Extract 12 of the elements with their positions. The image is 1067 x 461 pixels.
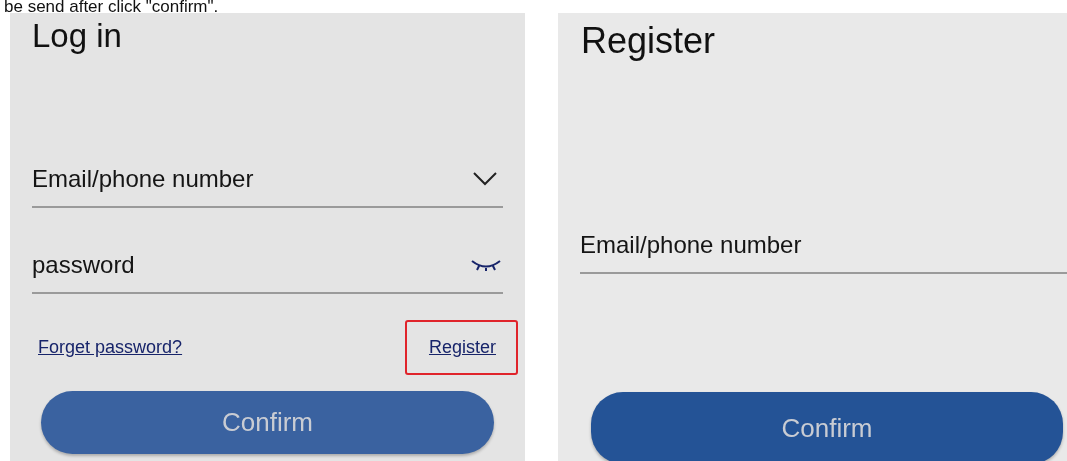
closed-eye-icon[interactable] xyxy=(471,258,501,272)
screen-title: Register xyxy=(581,23,716,59)
input-field[interactable]: Email/phone number xyxy=(580,227,1067,263)
input-field[interactable]: password xyxy=(32,247,471,283)
confirm-button[interactable]: Confirm xyxy=(591,392,1063,461)
chevron-down-icon[interactable] xyxy=(473,172,497,186)
text-link[interactable]: Register xyxy=(404,320,518,375)
input-field[interactable]: Email/phone number xyxy=(32,161,473,197)
confirm-button[interactable]: Confirm xyxy=(41,391,494,454)
text-link[interactable]: Forget password? xyxy=(38,334,183,361)
screen-title: Log in xyxy=(32,19,122,52)
caption-text: be send after click "confirm". xyxy=(4,0,219,13)
